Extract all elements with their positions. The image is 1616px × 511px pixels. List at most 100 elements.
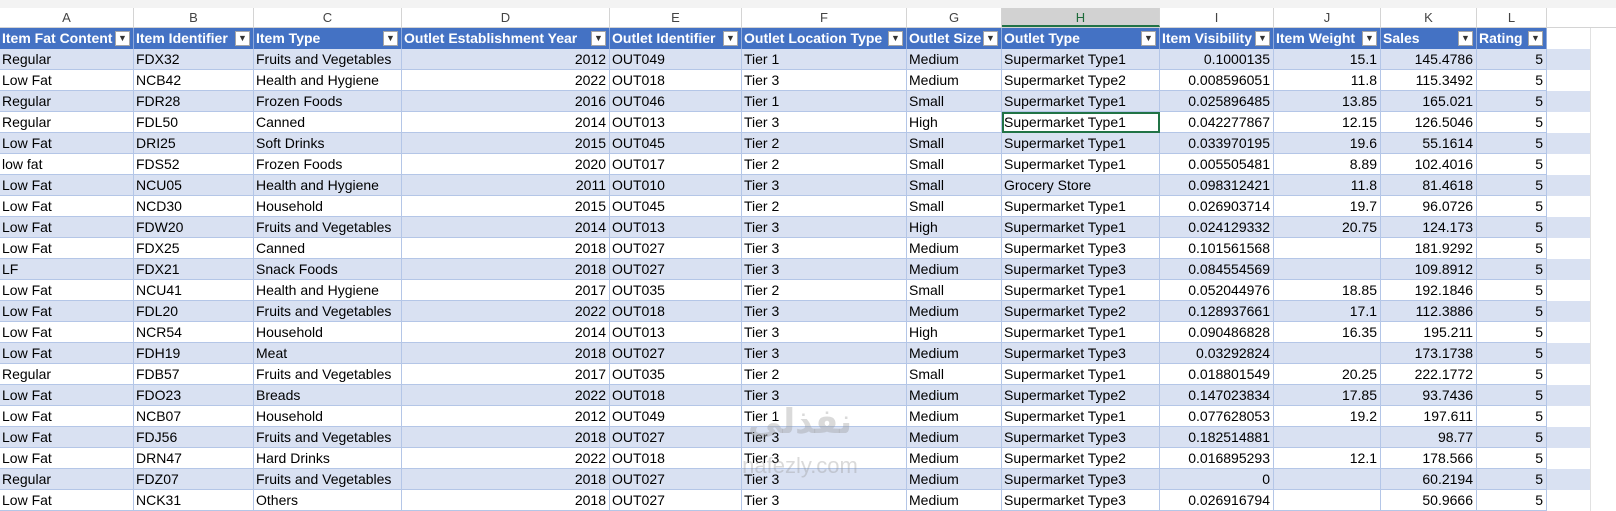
cell-c[interactable]: Health and Hygiene [254, 70, 402, 91]
cell-f[interactable]: Tier 3 [742, 112, 907, 133]
cell-d[interactable]: 2014 [402, 322, 610, 343]
cell-a[interactable]: Low Fat [0, 427, 134, 448]
cell-j[interactable]: 8.89 [1274, 154, 1381, 175]
cell-c[interactable]: Health and Hygiene [254, 175, 402, 196]
cell-i[interactable]: 0.03292824 [1160, 343, 1274, 364]
cell-k[interactable]: 55.1614 [1381, 133, 1477, 154]
cell-e[interactable]: OUT018 [610, 301, 742, 322]
cell-l[interactable]: 5 [1477, 490, 1547, 511]
cell-f[interactable]: Tier 1 [742, 49, 907, 70]
cell-c[interactable]: Snack Foods [254, 259, 402, 280]
cell-l[interactable]: 5 [1477, 448, 1547, 469]
filter-dropdown-icon[interactable]: ▼ [591, 31, 606, 46]
cell-e[interactable]: OUT027 [610, 343, 742, 364]
cell-g[interactable]: Small [907, 280, 1002, 301]
cell-e[interactable]: OUT045 [610, 196, 742, 217]
cell-j[interactable]: 17.1 [1274, 301, 1381, 322]
cell-e[interactable]: OUT049 [610, 406, 742, 427]
cell-h[interactable]: Supermarket Type1 [1002, 322, 1160, 343]
cell-f[interactable]: Tier 2 [742, 364, 907, 385]
cell-f[interactable]: Tier 2 [742, 154, 907, 175]
cell-c[interactable]: Soft Drinks [254, 133, 402, 154]
cell-g[interactable]: High [907, 322, 1002, 343]
cell-d[interactable]: 2018 [402, 259, 610, 280]
cell-f[interactable]: Tier 3 [742, 448, 907, 469]
cell-g[interactable]: Medium [907, 238, 1002, 259]
column-letter-b[interactable]: B [134, 8, 254, 27]
cell-j[interactable]: 20.25 [1274, 364, 1381, 385]
cell-l[interactable]: 5 [1477, 343, 1547, 364]
cell-g[interactable]: Medium [907, 259, 1002, 280]
cell-e[interactable]: OUT027 [610, 490, 742, 511]
cell-a[interactable]: Regular [0, 91, 134, 112]
cell-e[interactable]: OUT013 [610, 112, 742, 133]
cell-k[interactable]: 222.1772 [1381, 364, 1477, 385]
column-letter-e[interactable]: E [610, 8, 742, 27]
cell-d[interactable]: 2018 [402, 343, 610, 364]
cell-i[interactable]: 0.025896485 [1160, 91, 1274, 112]
cell-g[interactable]: Medium [907, 343, 1002, 364]
cell-a[interactable]: Low Fat [0, 196, 134, 217]
cell-l[interactable]: 5 [1477, 406, 1547, 427]
cell-b[interactable]: NCR54 [134, 322, 254, 343]
cell-a[interactable]: Regular [0, 112, 134, 133]
cell-c[interactable]: Frozen Foods [254, 154, 402, 175]
cell-k[interactable]: 173.1738 [1381, 343, 1477, 364]
cell-f[interactable]: Tier 3 [742, 259, 907, 280]
cell-j[interactable]: 19.6 [1274, 133, 1381, 154]
filter-dropdown-icon[interactable]: ▼ [983, 31, 998, 46]
cell-l[interactable]: 5 [1477, 112, 1547, 133]
cell-a[interactable]: Low Fat [0, 301, 134, 322]
cell-c[interactable]: Fruits and Vegetables [254, 427, 402, 448]
cell-g[interactable]: Medium [907, 49, 1002, 70]
cell-e[interactable]: OUT027 [610, 427, 742, 448]
cell-b[interactable]: FDX32 [134, 49, 254, 70]
cell-g[interactable]: Small [907, 175, 1002, 196]
cell-k[interactable]: 192.1846 [1381, 280, 1477, 301]
filter-dropdown-icon[interactable]: ▼ [1255, 31, 1270, 46]
cell-l[interactable]: 5 [1477, 280, 1547, 301]
cell-f[interactable]: Tier 3 [742, 217, 907, 238]
cell-f[interactable]: Tier 2 [742, 196, 907, 217]
cell-f[interactable]: Tier 3 [742, 70, 907, 91]
cell-e[interactable]: OUT017 [610, 154, 742, 175]
cell-g[interactable]: Medium [907, 490, 1002, 511]
cell-h[interactable]: Supermarket Type1 [1002, 364, 1160, 385]
cell-j[interactable] [1274, 238, 1381, 259]
cell-j[interactable] [1274, 469, 1381, 490]
cell-i[interactable]: 0.052044976 [1160, 280, 1274, 301]
cell-l[interactable]: 5 [1477, 217, 1547, 238]
cell-f[interactable]: Tier 1 [742, 406, 907, 427]
filter-dropdown-icon[interactable]: ▼ [888, 31, 903, 46]
cell-c[interactable]: Health and Hygiene [254, 280, 402, 301]
cell-b[interactable]: FDR28 [134, 91, 254, 112]
cell-e[interactable]: OUT035 [610, 364, 742, 385]
cell-l[interactable]: 5 [1477, 427, 1547, 448]
cell-a[interactable]: Regular [0, 469, 134, 490]
cell-b[interactable]: DRI25 [134, 133, 254, 154]
column-letter-a[interactable]: A [0, 8, 134, 27]
cell-h[interactable]: Supermarket Type1 [1002, 280, 1160, 301]
cell-a[interactable]: Low Fat [0, 385, 134, 406]
cell-j[interactable]: 16.35 [1274, 322, 1381, 343]
column-letter-l[interactable]: L [1477, 8, 1547, 27]
cell-f[interactable]: Tier 3 [742, 238, 907, 259]
cell-c[interactable]: Fruits and Vegetables [254, 49, 402, 70]
cell-c[interactable]: Meat [254, 343, 402, 364]
cell-k[interactable]: 60.2194 [1381, 469, 1477, 490]
cell-l[interactable]: 5 [1477, 154, 1547, 175]
filter-dropdown-icon[interactable]: ▼ [115, 31, 130, 46]
column-letter-i[interactable]: I [1160, 8, 1274, 27]
cell-g[interactable]: High [907, 217, 1002, 238]
cell-j[interactable]: 17.85 [1274, 385, 1381, 406]
cell-h[interactable]: Supermarket Type1 [1002, 406, 1160, 427]
cell-j[interactable]: 12.15 [1274, 112, 1381, 133]
cell-d[interactable]: 2014 [402, 217, 610, 238]
cell-f[interactable]: Tier 3 [742, 490, 907, 511]
cell-h[interactable]: Supermarket Type3 [1002, 490, 1160, 511]
cell-h[interactable]: Supermarket Type3 [1002, 343, 1160, 364]
cell-l[interactable]: 5 [1477, 49, 1547, 70]
cell-h[interactable]: Supermarket Type3 [1002, 469, 1160, 490]
column-letter-c[interactable]: C [254, 8, 402, 27]
cell-e[interactable]: OUT013 [610, 217, 742, 238]
